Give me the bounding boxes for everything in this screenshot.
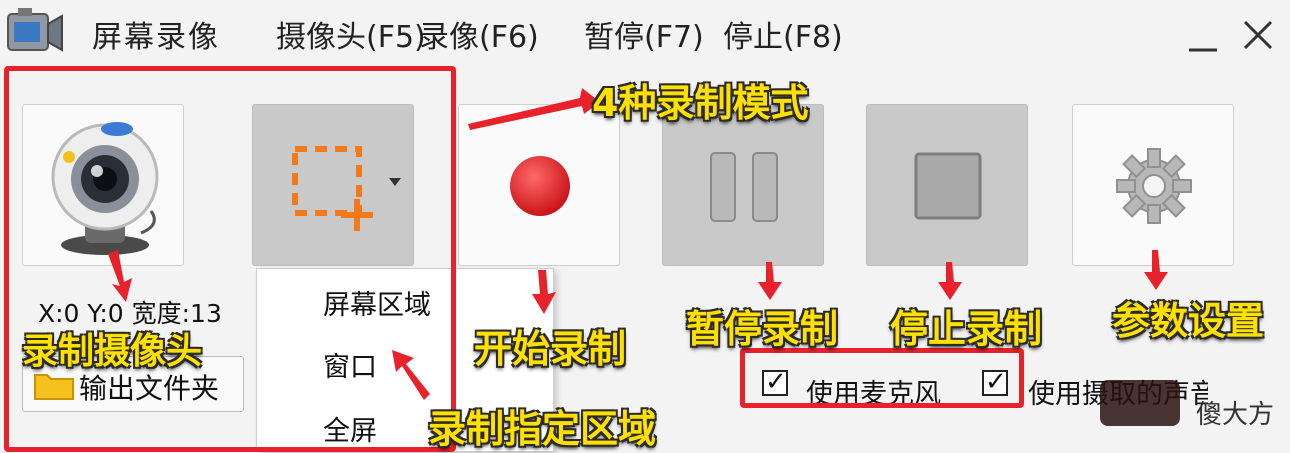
arrow-pause	[758, 262, 782, 300]
annotation-settings: 参数设置	[1112, 299, 1265, 343]
arrow-region	[392, 350, 430, 400]
annotation-record-camera: 录制摄像头	[22, 331, 203, 372]
annotation-stop-record: 停止录制	[890, 307, 1043, 351]
annotation-modes: 4种录制模式	[592, 81, 809, 125]
annotation-pause-record: 暂停录制	[686, 307, 839, 351]
arrow-camera	[108, 250, 132, 302]
arrow-stop	[938, 262, 962, 300]
annotation-record-region: 录制指定区域	[428, 407, 657, 451]
annotation-start-record: 开始录制	[474, 327, 627, 371]
arrow-start	[532, 270, 556, 314]
arrow-modes	[468, 88, 600, 130]
annotation-arrows	[108, 88, 1168, 400]
arrow-settings	[1144, 250, 1168, 290]
watermark-logo	[1100, 380, 1180, 426]
watermark-text: 傻大方	[1196, 400, 1275, 430]
